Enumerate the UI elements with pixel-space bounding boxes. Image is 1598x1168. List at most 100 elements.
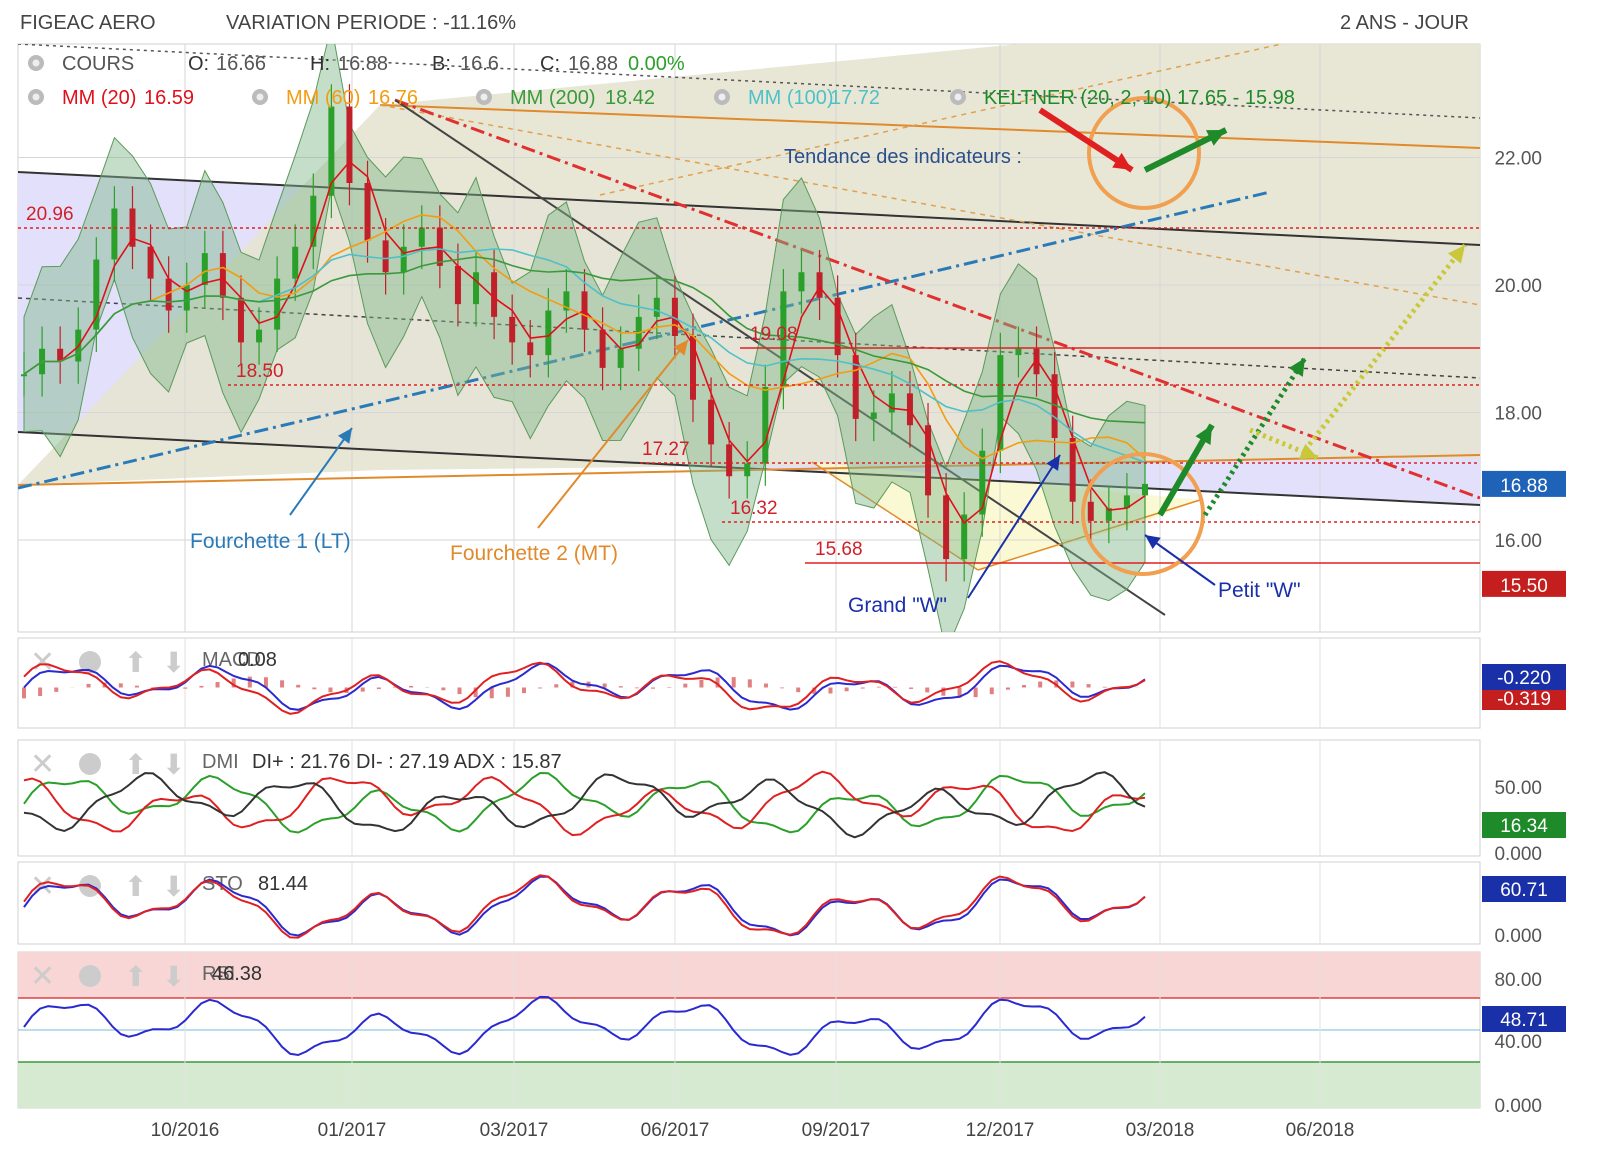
macd-histogram-bar bbox=[876, 686, 881, 688]
chart-canvas: 20.96 18.50 19.08 17.27 16.32 15.68 Tendance … bbox=[17, 43, 1566, 1141]
level-label: 15.68 bbox=[815, 539, 863, 560]
macd-histogram-bar bbox=[796, 687, 801, 693]
date-x-axis: 10/2016 01/2017 03/2017 06/2017 09/2017 12/20… bbox=[151, 1120, 1355, 1141]
indicator-panels: ✕ ⬆ ⬇ MACD0.08-0.319-0.220✕ ⬆ ⬇ DMI DI+ : 21.76… bbox=[17, 637, 1566, 1117]
gear-icon bbox=[476, 89, 492, 105]
arrow-up-icon: ⬆ bbox=[124, 748, 147, 781]
candle-body bbox=[201, 253, 208, 285]
mm-label: MM (60) bbox=[286, 87, 360, 109]
macd-histogram-bar bbox=[118, 683, 123, 688]
macd-histogram-bar bbox=[86, 683, 91, 688]
candle-body bbox=[346, 106, 353, 183]
rsi-oversold-zone bbox=[18, 1062, 1480, 1108]
candle-body bbox=[1087, 501, 1094, 521]
macd-histogram-bar bbox=[409, 685, 414, 688]
candle-body bbox=[454, 265, 461, 305]
macd-histogram-bar bbox=[683, 683, 688, 688]
main-price-panel: 20.96 18.50 19.08 17.27 16.32 15.68 Tendance … bbox=[17, 43, 1481, 633]
ohlc-value: 16.88 bbox=[338, 53, 388, 75]
last-price-label: 16.88 bbox=[1500, 476, 1548, 497]
candle-body bbox=[473, 272, 480, 305]
level-label: 17.27 bbox=[642, 439, 690, 460]
macd-histogram-bar bbox=[538, 687, 543, 689]
macd-histogram-bar bbox=[892, 686, 897, 688]
candle-body bbox=[382, 240, 389, 273]
ohlc-key: C: bbox=[540, 53, 560, 75]
candle-body bbox=[509, 316, 516, 343]
indicator-y-tick: 0.000 bbox=[1494, 1096, 1542, 1117]
macd-histogram-bar bbox=[1070, 681, 1075, 688]
candle-body bbox=[870, 412, 877, 419]
macd-histogram-bar bbox=[747, 679, 752, 688]
arrow-up-icon: ⬆ bbox=[124, 646, 147, 679]
candle-body bbox=[906, 393, 913, 426]
indicator-y-tick: 0.000 bbox=[1494, 926, 1542, 947]
indicator-name: DMI bbox=[202, 751, 239, 773]
mm-label: MM (100) bbox=[748, 87, 834, 109]
ohlc-key: H: bbox=[310, 53, 330, 75]
macd-histogram-bar bbox=[183, 687, 188, 689]
candle-body bbox=[762, 387, 769, 464]
candle-body bbox=[816, 272, 823, 298]
macd-histogram-bar bbox=[38, 687, 43, 697]
x-tick-label: 03/2018 bbox=[1126, 1120, 1195, 1141]
candle-body bbox=[888, 393, 895, 413]
macd-histogram-bar bbox=[989, 687, 994, 695]
arrow-down-icon: ⬇ bbox=[162, 870, 185, 903]
level-label: 18.50 bbox=[236, 361, 284, 382]
macd-histogram-bar bbox=[828, 687, 833, 694]
macd-histogram-bar bbox=[844, 687, 849, 692]
candle-body bbox=[292, 246, 299, 279]
y-tick-label: 20.00 bbox=[1494, 276, 1542, 297]
candle-body bbox=[798, 272, 805, 292]
candle-body bbox=[527, 342, 534, 356]
close-icon: ✕ bbox=[30, 959, 55, 994]
indicator-y-tick: 50.00 bbox=[1494, 778, 1542, 799]
macd-histogram-bar bbox=[667, 686, 672, 688]
close-icon: ✕ bbox=[30, 747, 55, 782]
macd-histogram-bar bbox=[1038, 681, 1043, 688]
mm-value: 17.72 bbox=[830, 87, 880, 109]
macd-histogram-bar bbox=[22, 687, 26, 699]
macd-histogram-bar bbox=[763, 683, 768, 688]
ohlc-key: B: bbox=[432, 53, 451, 75]
gear-icon bbox=[252, 89, 268, 105]
candle-body bbox=[219, 253, 226, 298]
macd-histogram-bar bbox=[618, 686, 623, 688]
candle-body bbox=[183, 285, 190, 311]
candle-body bbox=[744, 463, 751, 477]
close-icon: ✕ bbox=[30, 645, 55, 680]
macd-histogram-bar bbox=[731, 677, 736, 688]
macd-histogram-bar bbox=[1102, 686, 1107, 688]
y-tick-label: 22.00 bbox=[1494, 149, 1542, 170]
indicator-value: 0.08 bbox=[238, 649, 277, 671]
level-label: 16.32 bbox=[730, 498, 778, 519]
arrow-down-icon: ⬇ bbox=[162, 748, 185, 781]
candle-body bbox=[653, 297, 660, 317]
x-tick-label: 03/2017 bbox=[480, 1120, 549, 1141]
fork2-label: Fourchette 2 (MT) bbox=[450, 542, 618, 565]
arrow-up-icon: ⬆ bbox=[124, 960, 147, 993]
indicator-value: 46.38 bbox=[212, 963, 262, 985]
candle-body bbox=[599, 329, 606, 368]
panel-macd: ✕ ⬆ ⬇ MACD0.08 bbox=[17, 637, 1481, 729]
macd-histogram-bar bbox=[312, 687, 317, 690]
mm-value: 18.42 bbox=[605, 87, 655, 109]
candle-body bbox=[943, 495, 950, 560]
ohlc-value: 16.88 bbox=[568, 53, 618, 75]
fork1-label: Fourchette 1 (LT) bbox=[190, 530, 351, 553]
gear-icon bbox=[28, 89, 44, 105]
candle-body bbox=[147, 246, 154, 279]
candle-body bbox=[1015, 348, 1022, 356]
petit-w-label: Petit "W" bbox=[1218, 579, 1301, 602]
gear-icon bbox=[714, 89, 730, 105]
macd-histogram-bar bbox=[505, 687, 510, 697]
x-tick-label: 06/2017 bbox=[641, 1120, 710, 1141]
mm-label: MM (200) bbox=[510, 87, 596, 109]
candle-body bbox=[274, 278, 281, 330]
macd-histogram-bar bbox=[780, 687, 785, 689]
candle-body bbox=[111, 208, 118, 260]
indicator-badge-label: 48.71 bbox=[1500, 1010, 1548, 1031]
arrow-down-icon: ⬇ bbox=[162, 960, 185, 993]
macd-histogram-bar bbox=[296, 684, 301, 688]
